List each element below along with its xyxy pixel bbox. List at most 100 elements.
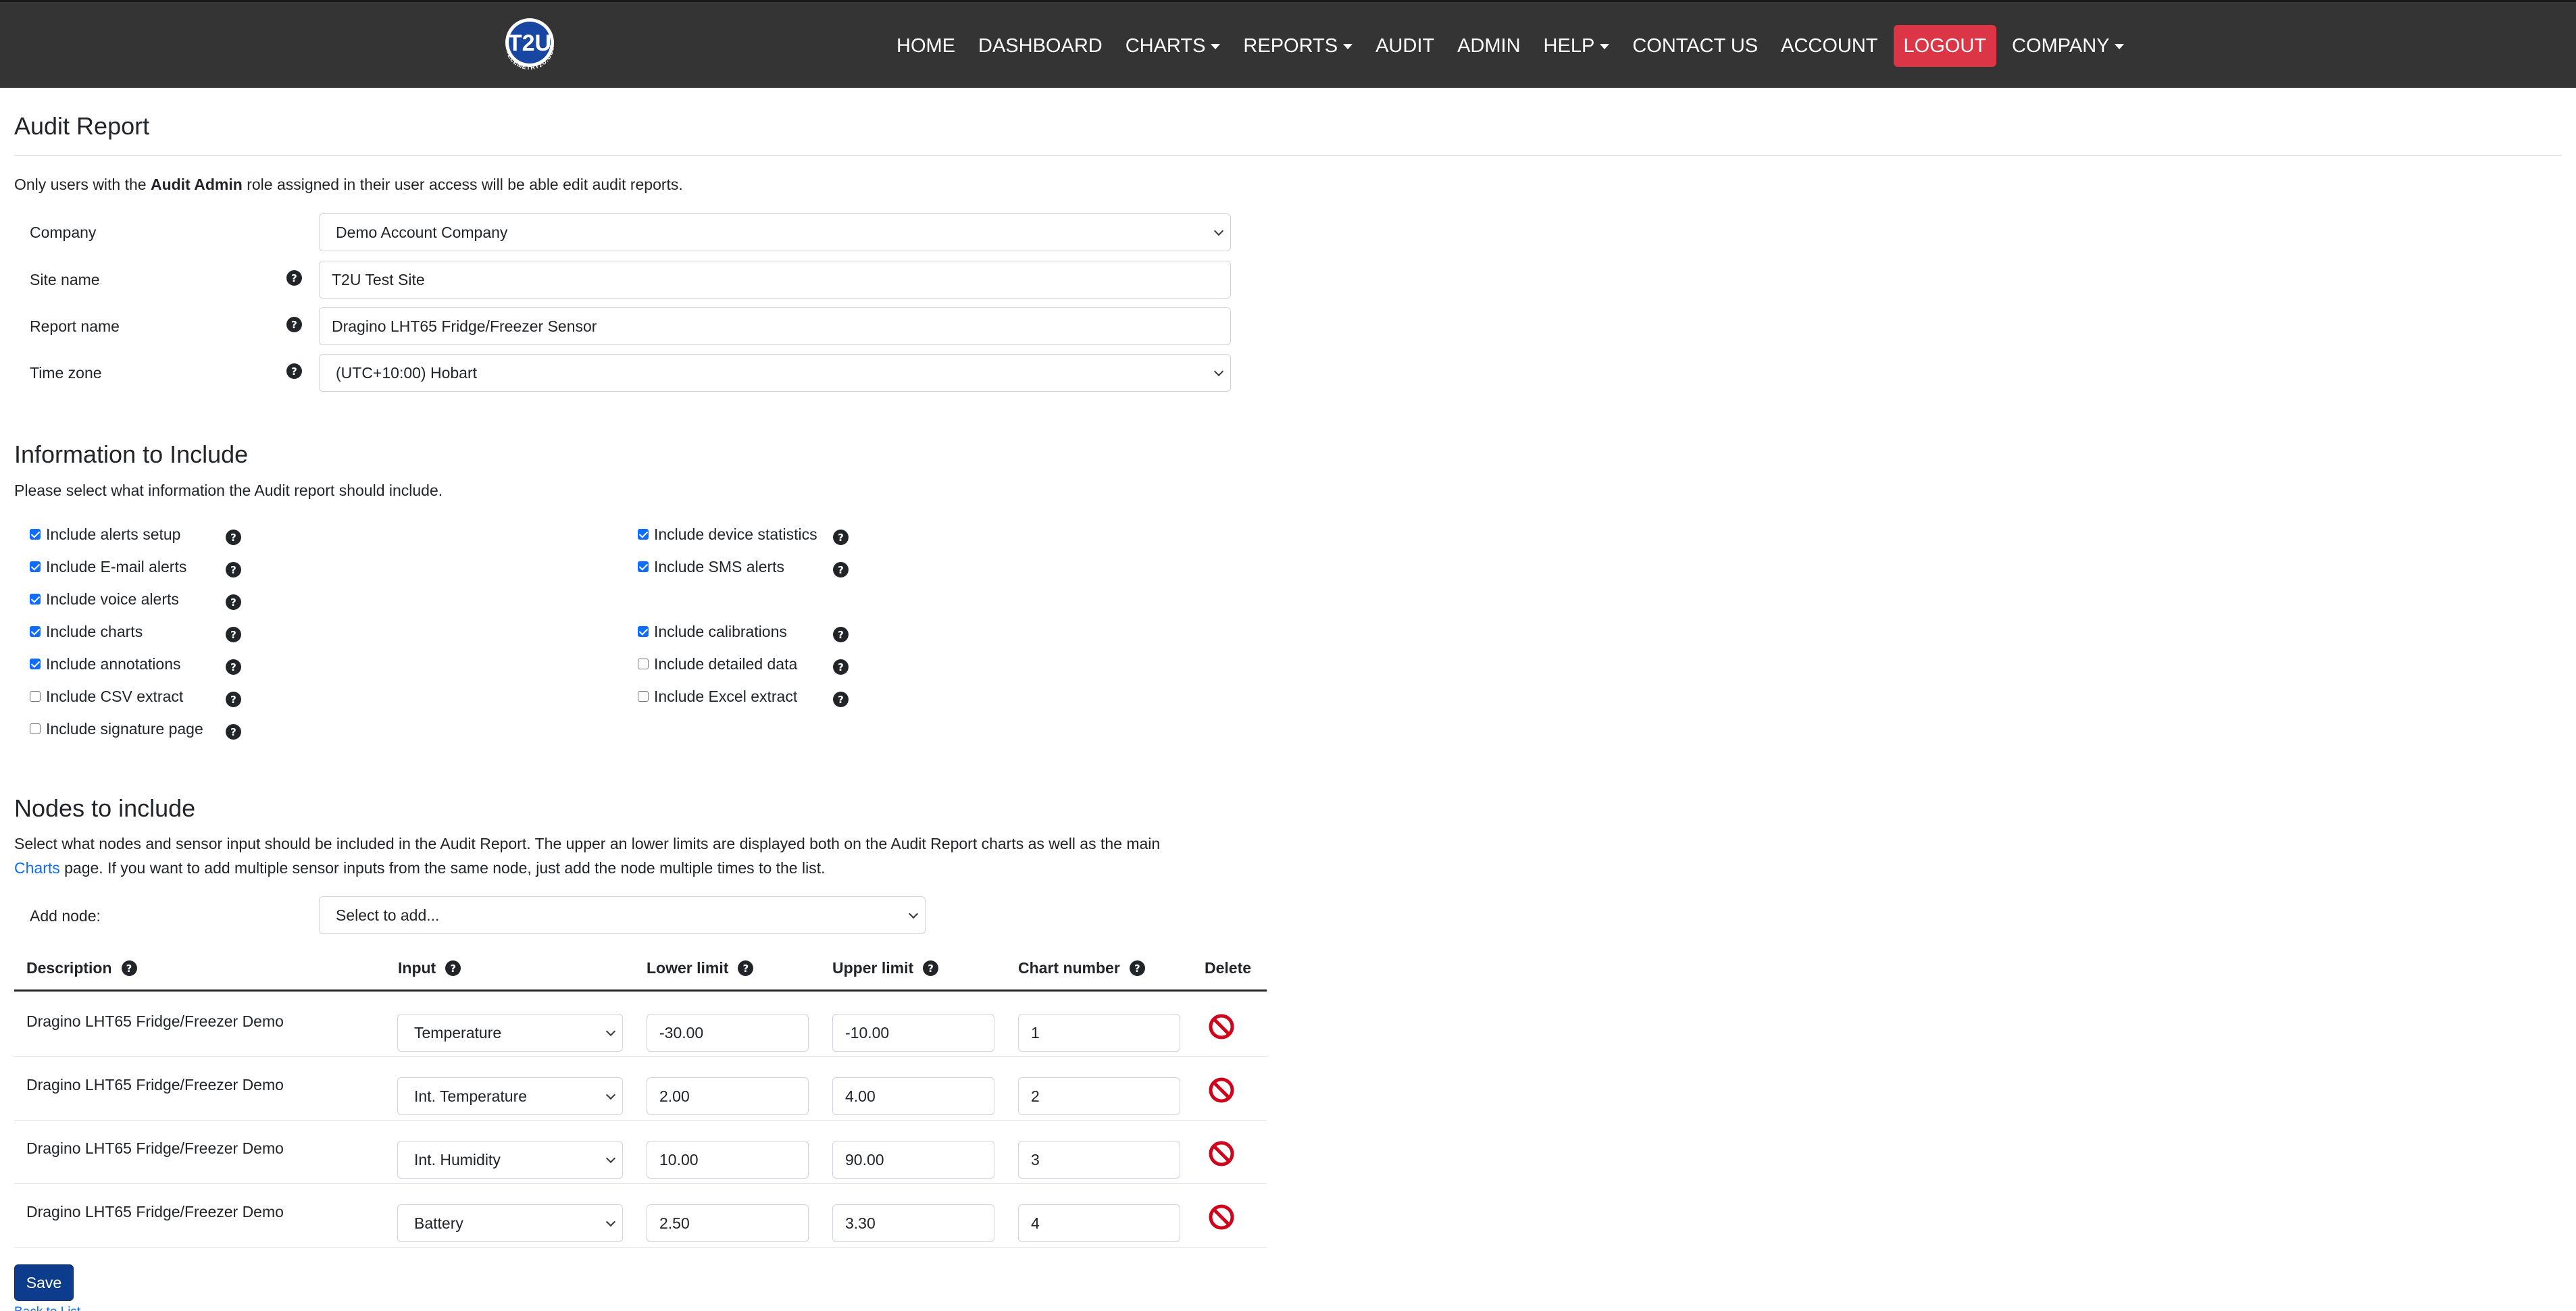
nav-admin[interactable]: ADMIN [1446, 25, 1532, 67]
include-checkbox[interactable] [30, 691, 41, 702]
input-select[interactable]: Battery [397, 1204, 623, 1242]
checkbox-label[interactable]: Include annotations [46, 655, 181, 673]
header-input-text: Input [398, 959, 436, 977]
checkbox-label[interactable]: Include charts [46, 623, 143, 641]
include-checkbox[interactable] [30, 659, 41, 669]
header-chart-number: Chart number? [1018, 959, 1145, 977]
delete-icon[interactable] [1207, 1012, 1236, 1041]
checkbox-label[interactable]: Include alerts setup [46, 525, 180, 544]
lower-limit-input[interactable]: 2.50 [647, 1204, 809, 1242]
help-icon[interactable]: ? [226, 562, 241, 577]
help-icon[interactable]: ? [286, 270, 302, 286]
chart-number-input[interactable]: 4 [1018, 1204, 1180, 1242]
nav-reports[interactable]: REPORTS [1232, 25, 1364, 67]
report-name-input[interactable]: Dragino LHT65 Fridge/Freezer Sensor [319, 307, 1231, 345]
chevron-down-icon [605, 1026, 616, 1037]
include-checkbox[interactable] [638, 626, 649, 637]
delete-icon[interactable] [1207, 1139, 1236, 1168]
nav-home[interactable]: HOME [885, 25, 967, 67]
nav-contact-us[interactable]: CONTACT US [1621, 25, 1769, 67]
lower-limit-input[interactable]: -30.00 [647, 1014, 809, 1052]
input-select[interactable]: Temperature [397, 1014, 623, 1052]
help-icon[interactable]: ? [121, 960, 137, 976]
upper-limit-input[interactable]: 90.00 [832, 1141, 994, 1179]
input-select[interactable]: Int. Temperature [397, 1077, 623, 1115]
nav-audit[interactable]: AUDIT [1364, 25, 1446, 67]
checkbox-row: Include device statistics [638, 524, 817, 544]
checkbox-label[interactable]: Include E-mail alerts [46, 558, 186, 576]
header-lower-limit: Lower limit? [647, 959, 754, 977]
checkbox-label[interactable]: Include device statistics [654, 525, 817, 544]
lower-limit-value: 10.00 [659, 1150, 699, 1168]
header-chart-text: Chart number [1018, 959, 1120, 977]
lower-limit-input[interactable]: 10.00 [647, 1141, 809, 1179]
include-checkbox[interactable] [30, 626, 41, 637]
add-node-label: Add node: [30, 907, 101, 925]
checkbox-label[interactable]: Include Excel extract [654, 688, 797, 706]
site-name-input[interactable]: T2U Test Site [319, 261, 1231, 299]
chevron-down-icon [908, 908, 919, 919]
chart-number-input[interactable]: 2 [1018, 1077, 1180, 1115]
include-checkbox[interactable] [30, 561, 41, 572]
help-icon[interactable]: ? [226, 530, 241, 545]
upper-limit-input[interactable]: 4.00 [832, 1077, 994, 1115]
delete-icon[interactable] [1207, 1203, 1236, 1231]
include-checkbox[interactable] [30, 723, 41, 734]
upper-limit-input[interactable]: 3.30 [832, 1204, 994, 1242]
help-icon[interactable]: ? [286, 317, 302, 332]
nodes-table-header: Description? Input? Lower limit? Upper l… [14, 948, 1267, 992]
include-checkbox[interactable] [30, 594, 41, 605]
delete-icon[interactable] [1207, 1076, 1236, 1104]
nav-logout[interactable]: LOGOUT [1893, 25, 1996, 67]
help-icon[interactable]: ? [445, 960, 461, 976]
help-icon[interactable]: ? [923, 960, 939, 976]
t2u-logo[interactable]: T2U TELEMETRY2U.COM [490, 16, 569, 75]
help-icon[interactable]: ? [226, 627, 241, 642]
add-node-select[interactable]: Select to add... [319, 896, 926, 934]
nav-dashboard[interactable]: DASHBOARD [967, 25, 1114, 67]
help-icon[interactable]: ? [833, 692, 849, 707]
time-zone-value: (UTC+10:00) Hobart [336, 363, 477, 382]
include-checkbox[interactable] [638, 691, 649, 702]
back-to-list-link[interactable]: Back to List [14, 1305, 80, 1311]
include-checkbox[interactable] [638, 561, 649, 572]
help-icon[interactable]: ? [286, 363, 302, 379]
checkbox-row: Include alerts setup [30, 524, 180, 544]
chart-number-input[interactable]: 3 [1018, 1141, 1180, 1179]
input-value: Battery [414, 1214, 463, 1232]
include-checkbox[interactable] [638, 659, 649, 669]
lower-limit-input[interactable]: 2.00 [647, 1077, 809, 1115]
nav-charts[interactable]: CHARTS [1114, 25, 1232, 67]
company-select[interactable]: Demo Account Company [319, 213, 1231, 251]
input-select[interactable]: Int. Humidity [397, 1141, 623, 1179]
upper-limit-input[interactable]: -10.00 [832, 1014, 994, 1052]
nav-account[interactable]: ACCOUNT [1769, 25, 1889, 67]
save-button[interactable]: Save [14, 1264, 74, 1301]
time-zone-select[interactable]: (UTC+10:00) Hobart [319, 354, 1231, 392]
checkbox-label[interactable]: Include CSV extract [46, 688, 183, 706]
help-icon[interactable]: ? [226, 594, 241, 610]
checkbox-label[interactable]: Include signature page [46, 720, 203, 738]
charts-link[interactable]: Charts [14, 859, 60, 877]
checkbox-label[interactable]: Include SMS alerts [654, 558, 784, 576]
help-icon[interactable]: ? [833, 530, 849, 545]
nav-company[interactable]: COMPANY [2000, 25, 2136, 67]
help-icon[interactable]: ? [833, 627, 849, 642]
help-icon[interactable]: ? [226, 659, 241, 675]
help-icon[interactable]: ? [738, 960, 754, 976]
nav-help[interactable]: HELP [1532, 25, 1621, 67]
checkbox-label[interactable]: Include voice alerts [46, 590, 179, 609]
include-checkbox[interactable] [30, 529, 41, 540]
checkbox-label[interactable]: Include detailed data [654, 655, 797, 673]
help-icon[interactable]: ? [1129, 960, 1145, 976]
help-icon[interactable]: ? [833, 562, 849, 577]
chevron-down-icon [605, 1153, 616, 1164]
include-checkbox[interactable] [638, 529, 649, 540]
help-icon[interactable]: ? [226, 724, 241, 740]
input-value: Int. Temperature [414, 1087, 528, 1105]
help-icon[interactable]: ? [226, 692, 241, 707]
nav-label: ADMIN [1457, 34, 1521, 57]
chart-number-input[interactable]: 1 [1018, 1014, 1180, 1052]
checkbox-label[interactable]: Include calibrations [654, 623, 787, 641]
help-icon[interactable]: ? [833, 659, 849, 675]
